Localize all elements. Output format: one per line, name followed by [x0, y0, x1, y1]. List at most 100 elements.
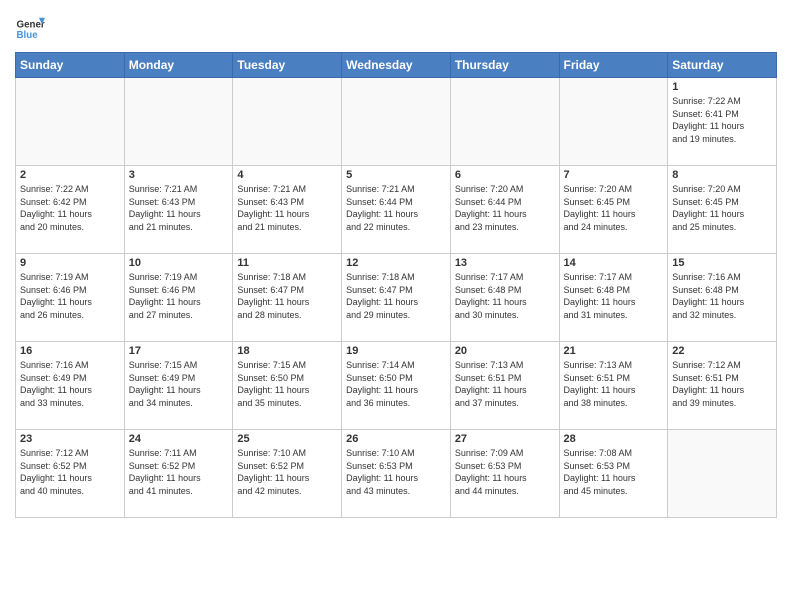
day-info: Sunrise: 7:15 AM Sunset: 6:50 PM Dayligh… [237, 359, 337, 409]
calendar-cell: 1Sunrise: 7:22 AM Sunset: 6:41 PM Daylig… [668, 78, 777, 166]
calendar-cell: 25 Sunrise: 7:10 AM Sunset: 6:52 PM Dayli… [233, 430, 342, 518]
week-row-0: 1Sunrise: 7:22 AM Sunset: 6:41 PM Daylig… [16, 78, 777, 166]
day-info: Sunrise: 7:20 AM Sunset: 6:44 PM Dayligh… [455, 183, 555, 233]
calendar-cell [124, 78, 233, 166]
calendar-cell: 18 Sunrise: 7:15 AM Sunset: 6:50 PM Dayli… [233, 342, 342, 430]
calendar-cell: 28 Sunrise: 7:08 AM Sunset: 6:53 PM Dayli… [559, 430, 668, 518]
week-row-2: 9 Sunrise: 7:19 AM Sunset: 6:46 PM Daylig… [16, 254, 777, 342]
weekday-header-friday: Friday [559, 53, 668, 78]
weekday-header-tuesday: Tuesday [233, 53, 342, 78]
calendar-cell: 26 Sunrise: 7:10 AM Sunset: 6:53 PM Dayli… [342, 430, 451, 518]
day-info: Sunrise: 7:20 AM Sunset: 6:45 PM Dayligh… [564, 183, 664, 233]
calendar-cell: 16 Sunrise: 7:16 AM Sunset: 6:49 PM Dayli… [16, 342, 125, 430]
calendar-table: SundayMondayTuesdayWednesdayThursdayFrid… [15, 52, 777, 518]
day-info: Sunrise: 7:18 AM Sunset: 6:47 PM Dayligh… [237, 271, 337, 321]
calendar-cell [16, 78, 125, 166]
calendar-cell: 3Sunrise: 7:21 AM Sunset: 6:43 PM Daylig… [124, 166, 233, 254]
day-number: 26 [346, 433, 446, 445]
calendar-cell: 24 Sunrise: 7:11 AM Sunset: 6:52 PM Dayli… [124, 430, 233, 518]
day-info: Sunrise: 7:21 AM Sunset: 6:43 PM Dayligh… [237, 183, 337, 233]
day-number: 22 [672, 345, 772, 357]
day-number: 13 [455, 257, 555, 269]
day-number: 21 [564, 345, 664, 357]
calendar-cell [668, 430, 777, 518]
calendar-cell: 21 Sunrise: 7:13 AM Sunset: 6:51 PM Dayli… [559, 342, 668, 430]
day-info: Sunrise: 7:16 AM Sunset: 6:48 PM Dayligh… [672, 271, 772, 321]
calendar-cell: 15 Sunrise: 7:16 AM Sunset: 6:48 PM Dayli… [668, 254, 777, 342]
day-number: 25 [237, 433, 337, 445]
day-number: 7 [564, 169, 664, 181]
day-info: Sunrise: 7:13 AM Sunset: 6:51 PM Dayligh… [455, 359, 555, 409]
day-number: 15 [672, 257, 772, 269]
day-info: Sunrise: 7:12 AM Sunset: 6:51 PM Dayligh… [672, 359, 772, 409]
day-number: 16 [20, 345, 120, 357]
day-info: Sunrise: 7:14 AM Sunset: 6:50 PM Dayligh… [346, 359, 446, 409]
calendar-cell: 9 Sunrise: 7:19 AM Sunset: 6:46 PM Daylig… [16, 254, 125, 342]
calendar-cell: 7 Sunrise: 7:20 AM Sunset: 6:45 PM Daylig… [559, 166, 668, 254]
calendar-cell: 6 Sunrise: 7:20 AM Sunset: 6:44 PM Daylig… [450, 166, 559, 254]
weekday-header-monday: Monday [124, 53, 233, 78]
day-info: Sunrise: 7:19 AM Sunset: 6:46 PM Dayligh… [20, 271, 120, 321]
week-row-3: 16 Sunrise: 7:16 AM Sunset: 6:49 PM Dayli… [16, 342, 777, 430]
day-number: 12 [346, 257, 446, 269]
calendar-cell: 10 Sunrise: 7:19 AM Sunset: 6:46 PM Dayli… [124, 254, 233, 342]
calendar-cell: 17Sunrise: 7:15 AM Sunset: 6:49 PM Dayli… [124, 342, 233, 430]
day-number: 23 [20, 433, 120, 445]
day-number: 1 [672, 81, 772, 93]
day-number: 14 [564, 257, 664, 269]
logo: General Blue [15, 14, 49, 44]
day-info: Sunrise: 7:09 AM Sunset: 6:53 PM Dayligh… [455, 447, 555, 497]
day-number: 19 [346, 345, 446, 357]
calendar-cell: 27 Sunrise: 7:09 AM Sunset: 6:53 PM Dayli… [450, 430, 559, 518]
day-number: 5 [346, 169, 446, 181]
calendar-cell: 22 Sunrise: 7:12 AM Sunset: 6:51 PM Dayli… [668, 342, 777, 430]
calendar-cell: 13 Sunrise: 7:17 AM Sunset: 6:48 PM Dayli… [450, 254, 559, 342]
calendar-cell: 19 Sunrise: 7:14 AM Sunset: 6:50 PM Dayli… [342, 342, 451, 430]
day-number: 28 [564, 433, 664, 445]
day-info: Sunrise: 7:19 AM Sunset: 6:46 PM Dayligh… [129, 271, 229, 321]
calendar-cell: 2Sunrise: 7:22 AM Sunset: 6:42 PM Daylig… [16, 166, 125, 254]
day-info: Sunrise: 7:17 AM Sunset: 6:48 PM Dayligh… [455, 271, 555, 321]
day-number: 24 [129, 433, 229, 445]
header: General Blue [15, 10, 777, 44]
calendar-cell: 4 Sunrise: 7:21 AM Sunset: 6:43 PM Daylig… [233, 166, 342, 254]
day-number: 18 [237, 345, 337, 357]
day-number: 6 [455, 169, 555, 181]
svg-text:Blue: Blue [17, 30, 39, 41]
day-info: Sunrise: 7:20 AM Sunset: 6:45 PM Dayligh… [672, 183, 772, 233]
weekday-header-thursday: Thursday [450, 53, 559, 78]
calendar-cell: 8 Sunrise: 7:20 AM Sunset: 6:45 PM Daylig… [668, 166, 777, 254]
day-info: Sunrise: 7:17 AM Sunset: 6:48 PM Dayligh… [564, 271, 664, 321]
day-number: 9 [20, 257, 120, 269]
calendar-cell: 14 Sunrise: 7:17 AM Sunset: 6:48 PM Dayli… [559, 254, 668, 342]
day-info: Sunrise: 7:10 AM Sunset: 6:52 PM Dayligh… [237, 447, 337, 497]
day-number: 4 [237, 169, 337, 181]
week-row-1: 2Sunrise: 7:22 AM Sunset: 6:42 PM Daylig… [16, 166, 777, 254]
day-number: 20 [455, 345, 555, 357]
day-number: 11 [237, 257, 337, 269]
week-row-4: 23 Sunrise: 7:12 AM Sunset: 6:52 PM Dayli… [16, 430, 777, 518]
day-number: 8 [672, 169, 772, 181]
calendar-cell [233, 78, 342, 166]
day-info: Sunrise: 7:10 AM Sunset: 6:53 PM Dayligh… [346, 447, 446, 497]
day-info: Sunrise: 7:12 AM Sunset: 6:52 PM Dayligh… [20, 447, 120, 497]
day-info: Sunrise: 7:21 AM Sunset: 6:43 PM Dayligh… [129, 183, 229, 233]
calendar-cell [559, 78, 668, 166]
day-info: Sunrise: 7:13 AM Sunset: 6:51 PM Dayligh… [564, 359, 664, 409]
day-info: Sunrise: 7:08 AM Sunset: 6:53 PM Dayligh… [564, 447, 664, 497]
day-info: Sunrise: 7:11 AM Sunset: 6:52 PM Dayligh… [129, 447, 229, 497]
calendar-container: General Blue SundayMondayTuesdayWednesda… [0, 0, 792, 612]
calendar-cell: 23 Sunrise: 7:12 AM Sunset: 6:52 PM Dayli… [16, 430, 125, 518]
day-info: Sunrise: 7:15 AM Sunset: 6:49 PM Dayligh… [129, 359, 229, 409]
calendar-cell [342, 78, 451, 166]
logo-icon: General Blue [15, 14, 45, 44]
day-info: Sunrise: 7:16 AM Sunset: 6:49 PM Dayligh… [20, 359, 120, 409]
weekday-header-wednesday: Wednesday [342, 53, 451, 78]
day-number: 2 [20, 169, 120, 181]
weekday-header-sunday: Sunday [16, 53, 125, 78]
day-number: 10 [129, 257, 229, 269]
calendar-cell: 12Sunrise: 7:18 AM Sunset: 6:47 PM Dayli… [342, 254, 451, 342]
weekday-header-row: SundayMondayTuesdayWednesdayThursdayFrid… [16, 53, 777, 78]
calendar-cell: 11 Sunrise: 7:18 AM Sunset: 6:47 PM Dayli… [233, 254, 342, 342]
day-number: 27 [455, 433, 555, 445]
